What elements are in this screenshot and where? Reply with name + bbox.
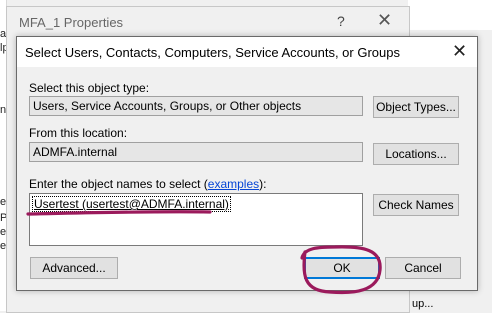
object-names-input[interactable]: Usertest (usertest@ADMFA.internal) <box>29 193 363 246</box>
resolved-user-entry[interactable]: Usertest (usertest@ADMFA.internal) <box>32 196 231 212</box>
names-label-suffix: ): <box>259 177 267 191</box>
select-objects-dialog: Select Users, Contacts, Computers, Servi… <box>16 36 478 291</box>
object-type-field: Users, Service Accounts, Groups, or Othe… <box>29 96 363 116</box>
dialog-titlebar: Select Users, Contacts, Computers, Servi… <box>17 37 477 67</box>
object-type-label: Select this object type: <box>29 81 150 95</box>
dialog-title: Select Users, Contacts, Computers, Servi… <box>25 45 400 60</box>
close-icon[interactable]: ✕ <box>377 10 392 31</box>
locations-button[interactable]: Locations... <box>373 143 459 165</box>
properties-window-title: MFA_1 Properties <box>19 15 124 30</box>
examples-link[interactable]: examples <box>208 177 259 191</box>
location-field: ADMFA.internal <box>29 142 363 162</box>
close-icon[interactable]: ✕ <box>452 41 467 62</box>
background-text-fragment: up... <box>412 298 434 310</box>
help-icon[interactable]: ? <box>337 13 345 29</box>
check-names-button[interactable]: Check Names <box>373 194 459 216</box>
ok-button[interactable]: OK <box>304 257 380 279</box>
background-titlebar-right <box>408 0 492 30</box>
names-label-prefix: Enter the object names to select ( <box>29 177 208 191</box>
cancel-button[interactable]: Cancel <box>385 257 461 279</box>
names-label: Enter the object names to select (exampl… <box>29 177 266 191</box>
advanced-button[interactable]: Advanced... <box>30 257 118 279</box>
object-types-button[interactable]: Object Types... <box>373 96 459 118</box>
location-label: From this location: <box>29 126 128 140</box>
